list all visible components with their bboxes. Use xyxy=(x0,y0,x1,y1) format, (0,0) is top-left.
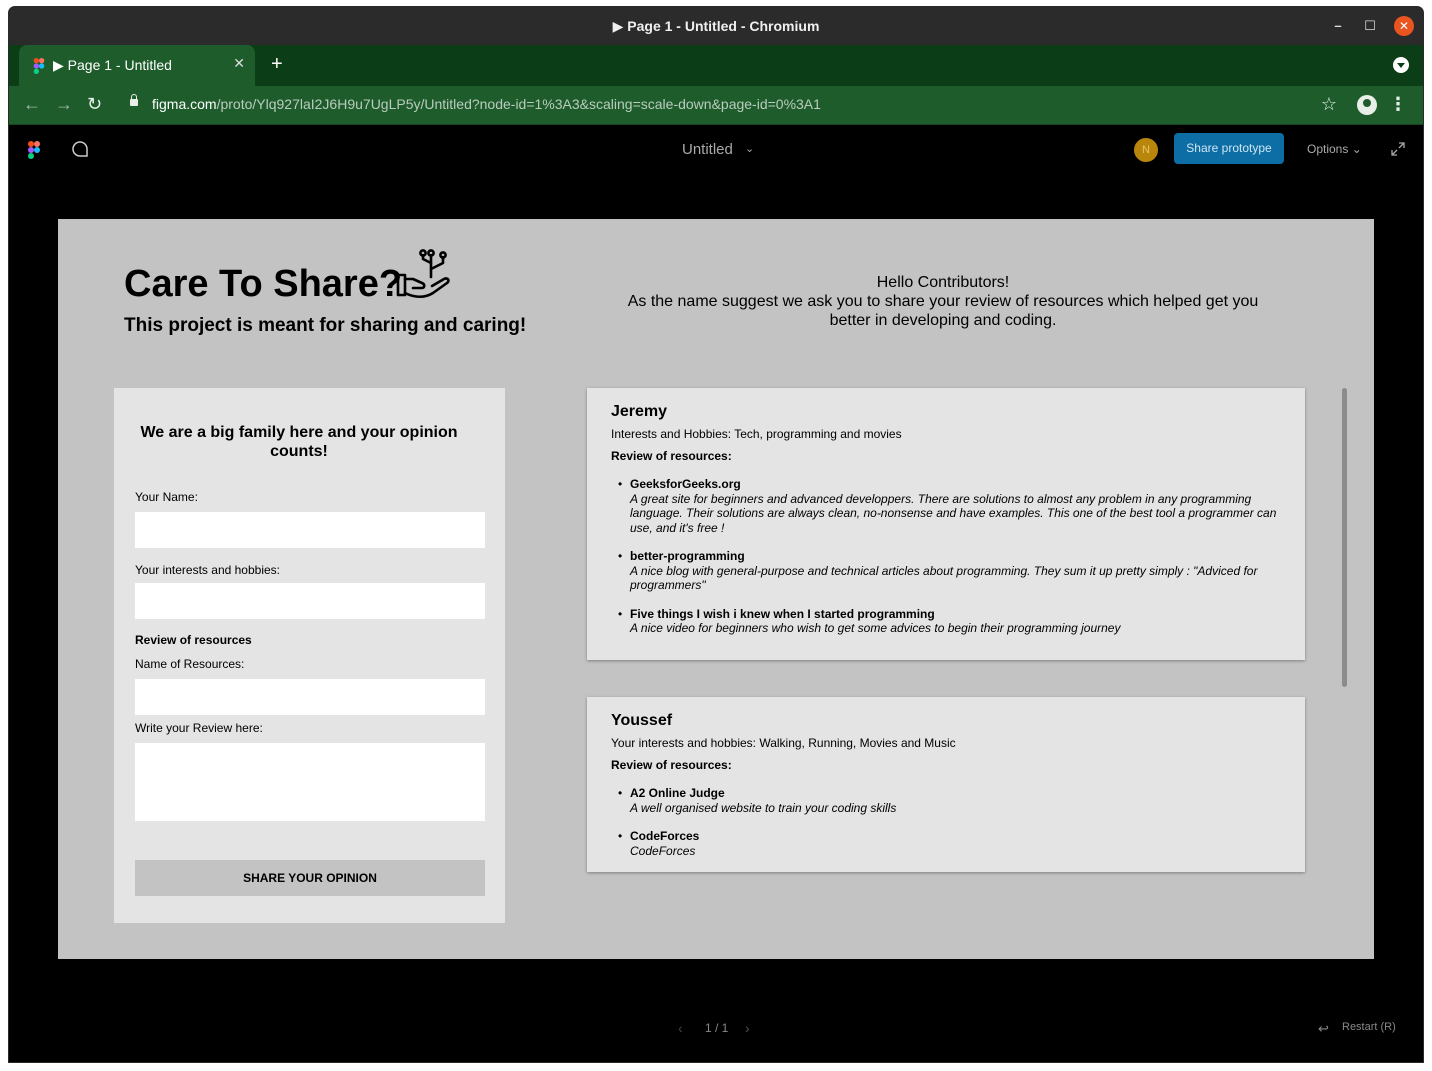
resource-title: A2 Online Judge xyxy=(630,786,725,800)
title-bar: ▶ Page 1 - Untitled - Chromium – ☐ ✕ xyxy=(9,7,1423,45)
close-window-icon[interactable]: ✕ xyxy=(1394,16,1414,36)
welcome-greeting: Hello Contributors! xyxy=(876,274,1010,291)
comment-icon[interactable] xyxy=(71,140,89,158)
browser-menu-icon[interactable]: ⋮ xyxy=(1389,94,1407,115)
prototype-frame: Care To Share? This project is meant for… xyxy=(58,219,1374,959)
list-item: Five things I wish i knew when I started… xyxy=(611,607,1281,636)
resource-title: GeeksforGeeks.org xyxy=(630,477,741,491)
share-prototype-button[interactable]: Share prototype xyxy=(1174,133,1284,164)
review-text-label: Write your Review here: xyxy=(135,721,263,735)
review-textarea[interactable] xyxy=(135,743,485,821)
list-item: A2 Online Judge A well organised website… xyxy=(611,786,1281,815)
welcome-body: As the name suggest we ask you to share … xyxy=(627,293,1259,329)
review-card-jeremy: Jeremy Interests and Hobbies: Tech, prog… xyxy=(587,388,1305,660)
list-item: better-programming A nice blog with gene… xyxy=(611,549,1281,593)
interests-label: Your interests and hobbies: xyxy=(135,563,280,577)
reviewer-interests: Your interests and hobbies: Walking, Run… xyxy=(611,736,956,750)
reviews-scrollbar[interactable] xyxy=(1342,388,1347,687)
window-title: ▶ Page 1 - Untitled - Chromium xyxy=(612,18,820,34)
url-path: /proto/Ylq927laI2J6H9u7UgLP5y/Untitled?n… xyxy=(216,96,821,112)
name-label: Your Name: xyxy=(135,490,198,504)
review-heading: Review of resources: xyxy=(611,449,732,463)
reviewer-interests: Interests and Hobbies: Tech, programming… xyxy=(611,427,902,441)
tab-search-icon[interactable] xyxy=(1393,57,1409,73)
back-icon[interactable]: ← xyxy=(23,94,41,115)
review-heading: Review of resources: xyxy=(611,758,732,772)
resource-list: GeeksforGeeks.org A great site for begin… xyxy=(611,477,1281,650)
name-input[interactable] xyxy=(135,512,485,548)
sharing-hand-icon xyxy=(396,249,450,299)
minimize-icon[interactable]: – xyxy=(1328,16,1348,36)
resource-description: A nice video for beginners who wish to g… xyxy=(630,621,1121,635)
page-indicator: 1 / 1 xyxy=(705,1021,729,1035)
welcome-message: Hello Contributors! As the name suggest … xyxy=(618,273,1268,330)
options-dropdown[interactable]: Options ⌄ xyxy=(1307,142,1362,156)
list-item: GeeksforGeeks.org A great site for begin… xyxy=(611,477,1281,535)
browser-tab[interactable]: ▶ Page 1 - Untitled ✕ xyxy=(19,45,255,86)
chevron-down-icon[interactable]: ⌄ xyxy=(745,142,754,155)
tab-strip: ▶ Page 1 - Untitled ✕ + xyxy=(9,45,1423,86)
form-heading: We are a big family here and your opinio… xyxy=(140,424,458,460)
file-title[interactable]: Untitled xyxy=(682,141,733,158)
share-opinion-button[interactable]: SHARE YOUR OPINION xyxy=(135,860,485,896)
forward-icon[interactable]: → xyxy=(55,94,73,115)
page-title: Care To Share? xyxy=(124,263,403,305)
previous-frame-icon[interactable]: ‹ xyxy=(678,1020,683,1036)
tagline: This project is meant for sharing and ca… xyxy=(124,315,527,336)
next-frame-icon[interactable]: › xyxy=(745,1020,750,1036)
avatar[interactable]: N xyxy=(1134,138,1158,162)
resource-title: CodeForces xyxy=(630,829,700,843)
resource-title: Five things I wish i knew when I started… xyxy=(630,606,935,621)
restart-button[interactable]: Restart (R) xyxy=(1342,1021,1396,1033)
profile-icon[interactable] xyxy=(1357,95,1377,115)
resource-description: A well organised website to train your c… xyxy=(630,800,897,815)
reviewer-name: Jeremy xyxy=(611,403,668,420)
lock-icon[interactable] xyxy=(130,94,138,106)
browser-window: ▶ Page 1 - Untitled - Chromium – ☐ ✕ ▶ P… xyxy=(9,7,1423,1062)
maximize-icon[interactable]: ☐ xyxy=(1360,16,1380,36)
expand-icon[interactable] xyxy=(1390,141,1406,157)
resource-name-label: Name of Resources: xyxy=(135,657,245,671)
review-form: We are a big family here and your opinio… xyxy=(114,388,505,923)
list-item: CodeForces CodeForces xyxy=(611,829,1281,858)
url-field[interactable]: figma.com/proto/Ylq927laI2J6H9u7UgLP5y/U… xyxy=(152,96,821,112)
url-host: figma.com xyxy=(152,96,217,112)
tab-title: ▶ Page 1 - Untitled xyxy=(53,57,172,73)
restart-icon[interactable]: ↩ xyxy=(1318,1021,1329,1037)
address-bar-row: ← → ↻ figma.com/proto/Ylq927laI2J6H9u7Ug… xyxy=(9,86,1423,125)
resource-description: A nice blog with general-purpose and tec… xyxy=(630,563,1258,593)
reviewer-name: Youssef xyxy=(611,712,673,729)
resource-list: A2 Online Judge A well organised website… xyxy=(611,786,1281,872)
resource-description: CodeForces xyxy=(630,843,696,858)
resource-title: better-programming xyxy=(630,549,745,563)
reload-icon[interactable]: ↻ xyxy=(87,94,102,115)
resource-description: A great site for beginners and advanced … xyxy=(630,491,1277,535)
bookmark-star-icon[interactable]: ☆ xyxy=(1321,94,1337,115)
resource-name-input[interactable] xyxy=(135,679,485,715)
figma-favicon-icon xyxy=(33,58,45,74)
figma-toolbar: Untitled ⌄ N Share prototype Options ⌄ xyxy=(9,125,1423,173)
review-card-youssef: Youssef Your interests and hobbies: Walk… xyxy=(587,697,1305,872)
tab-close-icon[interactable]: ✕ xyxy=(233,55,245,72)
interests-input[interactable] xyxy=(135,583,485,619)
new-tab-button[interactable]: + xyxy=(271,53,283,76)
figma-logo-icon[interactable] xyxy=(28,141,40,159)
review-section-heading: Review of resources xyxy=(135,633,252,647)
